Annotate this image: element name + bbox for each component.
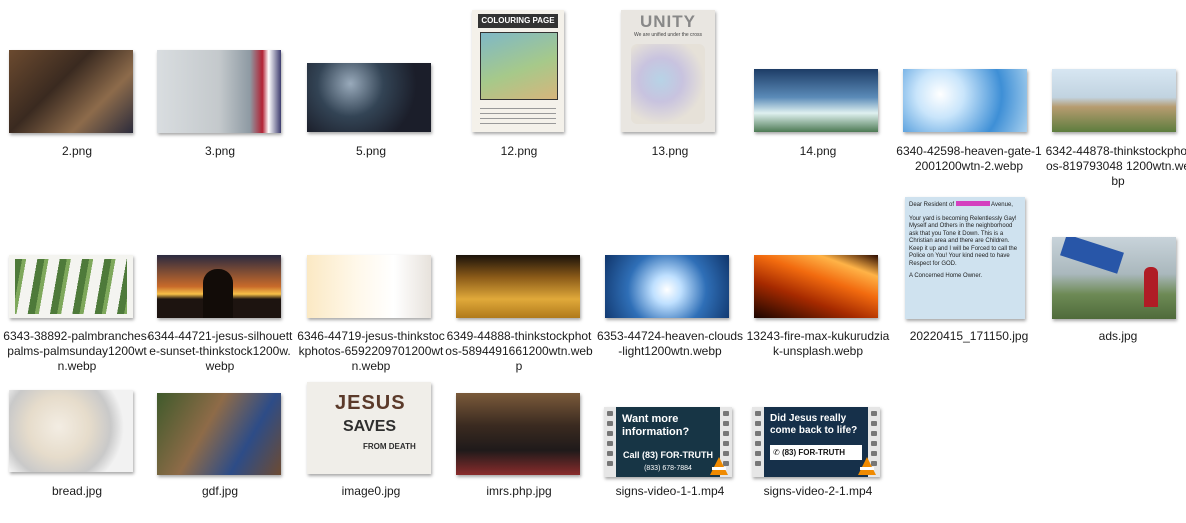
file-name: 6340-42598-heaven-gate-12001200wtn-2.web… [896, 144, 1042, 173]
file-item[interactable]: ads.jpg [1044, 195, 1186, 375]
letter-signature: A Concerned Home Owner. [909, 273, 983, 279]
saves-text: SAVES [343, 418, 397, 435]
file-name: signs-video-1-1.mp4 [615, 484, 725, 498]
file-item[interactable]: 6349-44888-thinkstockphotos-589449166120… [445, 195, 593, 375]
film-strip [752, 407, 764, 477]
file-item[interactable]: 6342-44878-thinkstockphotos-819793048 12… [1044, 10, 1186, 190]
video-text: Call (83) FOR-TRUTH [623, 450, 713, 460]
image-thumbnail [903, 69, 1027, 132]
file-name: 6342-44878-thinkstockphotos-819793048 12… [1045, 144, 1186, 188]
image-thumbnail [157, 50, 281, 133]
image-thumbnail [9, 255, 133, 318]
file-item[interactable]: 2.png [3, 10, 151, 158]
unity-title: UNITY [640, 12, 696, 31]
from-death-text: FROM DEATH [363, 442, 416, 451]
file-name: 13.png [651, 144, 689, 158]
file-name: 12.png [500, 144, 538, 158]
file-name: bread.jpg [51, 484, 103, 498]
file-item[interactable]: gdf.jpg [146, 350, 294, 510]
image-thumbnail: Dear Resident of Avenue, Your yard is be… [905, 197, 1025, 319]
image-thumbnail [456, 255, 580, 318]
file-item[interactable]: 14.png [744, 10, 892, 158]
letter-avenue: Avenue, [991, 202, 1013, 208]
file-item[interactable]: 5.png [297, 10, 445, 158]
image-thumbnail [1052, 237, 1176, 319]
vlc-cone-icon [710, 457, 728, 475]
file-item[interactable]: imrs.php.jpg [445, 350, 593, 510]
image-thumbnail: JESUS SAVES FROM DEATH [307, 382, 431, 474]
file-name: 20220415_171150.jpg [909, 329, 1029, 343]
video-thumbnail: Did Jesus really come back to life? ✆ (8… [752, 407, 880, 477]
video-text: (833) 678-7884 [644, 465, 692, 472]
jesus-text: JESUS [335, 392, 406, 414]
file-item[interactable]: 3.png [146, 10, 294, 158]
file-item[interactable]: Did Jesus really come back to life? ✆ (8… [744, 350, 892, 510]
file-item[interactable]: Dear Resident of Avenue, Your yard is be… [895, 195, 1043, 375]
film-strip [604, 407, 616, 477]
image-thumbnail [157, 393, 281, 475]
file-item[interactable]: COLOURING PAGE 12.png [445, 10, 593, 158]
letter-body: Your yard is becoming Relentlessly Gay! … [909, 215, 1018, 267]
file-item[interactable]: 13243-fire-max-kukurudziak-unsplash.webp [744, 195, 892, 375]
file-name: image0.jpg [341, 484, 401, 498]
image-thumbnail [605, 255, 729, 318]
image-thumbnail [754, 255, 878, 318]
file-item[interactable]: 6344-44721-jesus-silhouette-sunset-think… [146, 195, 294, 375]
image-thumbnail [9, 50, 133, 133]
video-text: Want more information? [622, 413, 690, 438]
image-thumbnail: COLOURING PAGE [472, 10, 564, 132]
file-item[interactable]: UNITY We are unified under the cross 13.… [596, 10, 744, 158]
file-name: 14.png [799, 144, 837, 158]
file-grid: 2.png 3.png 5.png COLOURING PAGE 12.png … [0, 0, 1186, 523]
image-thumbnail [1052, 69, 1176, 132]
file-item[interactable]: 6353-44724-heaven-clouds-light1200wtn.we… [596, 195, 744, 375]
coloring-page-title: COLOURING PAGE [478, 14, 558, 28]
video-text: (83) FOR-TRUTH [781, 448, 846, 457]
file-name: 3.png [204, 144, 236, 158]
file-item[interactable]: 6340-42598-heaven-gate-12001200wtn-2.web… [895, 10, 1043, 190]
unity-subtitle: We are unified under the cross [633, 32, 702, 38]
image-thumbnail [307, 63, 431, 132]
image-thumbnail [456, 393, 580, 475]
file-name: 2.png [61, 144, 93, 158]
file-item[interactable]: bread.jpg [3, 350, 151, 510]
video-phone-banner: ✆ (83) FOR-TRUTH [770, 445, 862, 460]
file-name: gdf.jpg [201, 484, 239, 498]
video-thumbnail: Want more information? Call (83) FOR-TRU… [604, 407, 732, 477]
file-item[interactable]: Want more information? Call (83) FOR-TRU… [596, 350, 744, 510]
image-thumbnail: UNITY We are unified under the cross [621, 10, 715, 132]
file-name: 5.png [355, 144, 387, 158]
file-item[interactable]: 6343-38892-palmbranches-palms-palmsunday… [3, 195, 151, 375]
phone-icon: ✆ [773, 448, 780, 457]
video-frame: Want more information? Call (83) FOR-TRU… [616, 407, 720, 477]
video-text: Did Jesus really come back to life? [770, 413, 858, 436]
file-name: signs-video-2-1.mp4 [763, 484, 873, 498]
image-thumbnail [157, 255, 281, 318]
letter-greeting: Dear Resident of [909, 202, 955, 208]
image-thumbnail [754, 69, 878, 132]
image-thumbnail [9, 390, 133, 472]
vlc-cone-icon [858, 457, 876, 475]
file-name: ads.jpg [1098, 329, 1138, 343]
file-item[interactable]: 6346-44719-jesus-thinkstockphotos-659220… [297, 195, 445, 375]
video-frame: Did Jesus really come back to life? ✆ (8… [764, 407, 868, 477]
image-thumbnail [307, 255, 431, 318]
file-item[interactable]: JESUS SAVES FROM DEATH image0.jpg [297, 350, 445, 510]
file-name: imrs.php.jpg [486, 484, 552, 498]
